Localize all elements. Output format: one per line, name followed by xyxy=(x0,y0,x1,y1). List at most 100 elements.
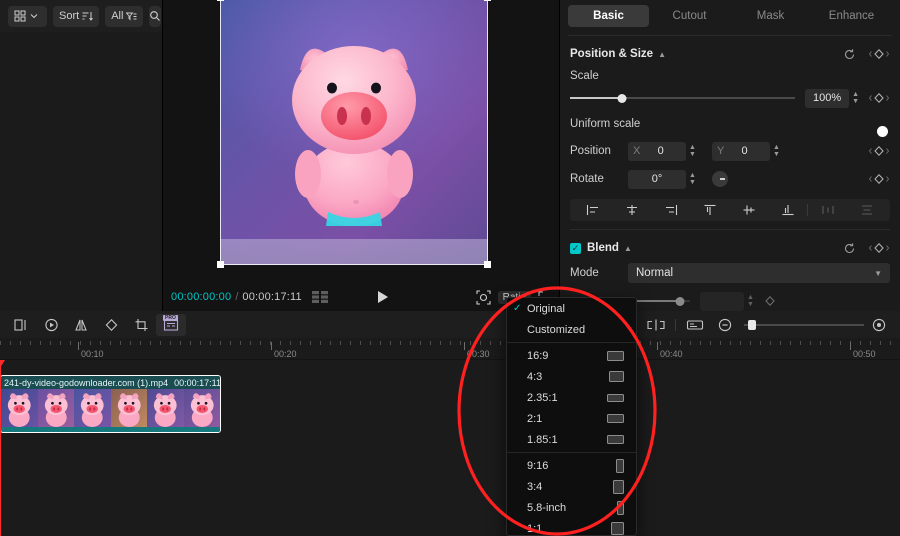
scale-keyframe-icon[interactable] xyxy=(868,92,890,104)
zoom-slider-track xyxy=(744,319,864,330)
ratio-option-customized[interactable]: Customized xyxy=(507,319,636,340)
ratio-option-2-35-1[interactable]: 2.35:1 xyxy=(507,387,636,408)
preview-stage[interactable] xyxy=(217,0,491,268)
media-library-content xyxy=(0,32,162,311)
play-button[interactable] xyxy=(377,291,388,303)
search-button[interactable] xyxy=(149,5,162,27)
distribute-horizontal-icon[interactable] xyxy=(808,204,847,216)
ruler-tick xyxy=(40,341,41,345)
position-keyframe-icon[interactable] xyxy=(868,145,890,157)
ruler-tick xyxy=(120,341,121,345)
opacity-keyframe-icon[interactable] xyxy=(763,295,777,307)
rotate-keyframe-icon[interactable] xyxy=(868,173,890,185)
rotate-input[interactable]: 0° xyxy=(628,169,686,189)
timeline-zoom-slider[interactable] xyxy=(744,319,864,330)
position-x-stepper[interactable]: ▲ ▼ xyxy=(689,144,696,158)
keyframe-diamond-icon[interactable] xyxy=(96,314,126,336)
keyframe-icon[interactable] xyxy=(868,48,890,60)
align-right-icon[interactable] xyxy=(652,204,691,216)
align-center-vertical-icon[interactable] xyxy=(730,204,769,216)
scale-slider-knob[interactable] xyxy=(617,93,627,103)
split-playhead-icon[interactable] xyxy=(641,314,671,336)
ruler-tick xyxy=(0,341,1,345)
opacity-slider-knob[interactable] xyxy=(675,296,685,306)
ratio-option-original[interactable]: ✓ Original xyxy=(507,298,636,319)
blend-section-header[interactable]: ✓ Blend ▲ xyxy=(570,235,890,261)
scale-slider[interactable] xyxy=(570,91,796,105)
blend-mode-select[interactable]: Normal ▼ xyxy=(628,263,890,283)
dropdown-divider xyxy=(507,342,636,343)
scale-value-input[interactable]: 100% xyxy=(805,88,850,108)
tab-enhance[interactable]: Enhance xyxy=(811,5,892,27)
mirror-icon[interactable] xyxy=(66,314,96,336)
align-bottom-icon[interactable] xyxy=(768,204,807,216)
opacity-stepper[interactable]: ▲ ▼ xyxy=(747,294,754,308)
video-clip[interactable]: 241-dy-video-godownloader.com (1).mp4 00… xyxy=(0,375,221,433)
resize-handle-top-left[interactable] xyxy=(217,0,224,1)
ratio-option-2-1[interactable]: 2:1 xyxy=(507,408,636,429)
tab-basic[interactable]: Basic xyxy=(568,5,649,27)
blend-divider xyxy=(570,229,890,230)
ratio-option-label: 16:9 xyxy=(527,349,549,362)
timeline-playhead[interactable] xyxy=(0,360,1,536)
crop-icon[interactable] xyxy=(126,314,156,336)
position-y-stepper[interactable]: ▲ ▼ xyxy=(773,144,780,158)
ratio-option-1-1[interactable]: 1:1 xyxy=(507,518,636,535)
storyboard-icon xyxy=(311,291,328,303)
zoom-slider-knob[interactable] xyxy=(748,319,756,330)
ruler-tick xyxy=(880,341,881,345)
timecode-separator: / xyxy=(235,291,239,303)
ruler-tick xyxy=(290,341,291,345)
ratio-option-9-16[interactable]: 9:16 xyxy=(507,455,636,476)
tab-mask[interactable]: Mask xyxy=(730,5,811,27)
zoom-fit-timeline-icon[interactable] xyxy=(864,314,894,336)
position-x-value: 0 xyxy=(657,145,664,157)
zoom-fit-icon[interactable] xyxy=(476,289,491,305)
ruler-tick xyxy=(350,341,351,345)
timeline-ruler[interactable]: 00:10 00:20 00:30 00:40 00:50 xyxy=(0,338,900,360)
floor-plane xyxy=(220,239,488,265)
position-x-input[interactable]: X 0 xyxy=(628,141,686,161)
ratio-option-4-3[interactable]: 4:3 xyxy=(507,366,636,387)
sort-button[interactable]: Sort xyxy=(53,5,100,27)
rotate-dial[interactable] xyxy=(711,171,728,187)
clip-thumbnail xyxy=(1,389,38,427)
rotate-stepper[interactable]: ▲ ▼ xyxy=(689,172,696,186)
ratio-option-1-85-1[interactable]: 1.85:1 xyxy=(507,429,636,450)
pig-character xyxy=(292,45,416,226)
align-center-horizontal-icon[interactable] xyxy=(613,204,652,216)
distribute-vertical-icon[interactable] xyxy=(847,204,886,216)
position-size-section-header[interactable]: Position & Size ▲ xyxy=(570,41,890,67)
tab-cutout[interactable]: Cutout xyxy=(649,5,730,27)
reset-icon[interactable] xyxy=(843,48,856,61)
blend-keyframe-icon[interactable] xyxy=(868,242,890,254)
clip-header: 241-dy-video-godownloader.com (1).mp4 00… xyxy=(1,376,220,389)
grid-view-button[interactable] xyxy=(8,5,47,27)
uniform-scale-row: Uniform scale xyxy=(570,111,890,137)
aspect-ratio-dropdown[interactable]: ✓ Original Customized 16:9 4:3 2.35:1 2:1 1.85:… xyxy=(506,297,637,536)
split-icon[interactable] xyxy=(6,314,36,336)
ruler-tick xyxy=(700,341,701,345)
opacity-value-input[interactable] xyxy=(700,291,744,311)
align-top-icon[interactable] xyxy=(691,204,730,216)
align-left-icon[interactable] xyxy=(574,204,613,216)
auto-caption-icon[interactable]: PRO xyxy=(156,313,186,336)
aspect-ratio-icon xyxy=(607,414,624,423)
position-y-input[interactable]: Y 0 xyxy=(711,141,770,161)
frame-view-icon[interactable] xyxy=(311,291,330,303)
clip-preview-icon[interactable] xyxy=(680,314,710,336)
ruler-tick xyxy=(20,341,21,345)
resize-handle-bottom-left[interactable] xyxy=(217,261,224,268)
ratio-option-5-8-inch[interactable]: 5.8-inch xyxy=(507,497,636,518)
blend-reset-icon[interactable] xyxy=(843,242,856,255)
ratio-option-16-9[interactable]: 16:9 xyxy=(507,345,636,366)
filter-button[interactable]: All xyxy=(105,5,144,27)
clip-thumbnail xyxy=(74,389,111,427)
speed-icon[interactable] xyxy=(36,314,66,336)
resize-handle-top-right[interactable] xyxy=(484,0,491,1)
blend-checkbox[interactable]: ✓ xyxy=(570,242,581,254)
resize-handle-bottom-right[interactable] xyxy=(484,261,491,268)
zoom-out-icon[interactable] xyxy=(710,314,740,336)
scale-stepper[interactable]: ▲ ▼ xyxy=(852,91,859,105)
ratio-option-3-4[interactable]: 3:4 xyxy=(507,476,636,497)
